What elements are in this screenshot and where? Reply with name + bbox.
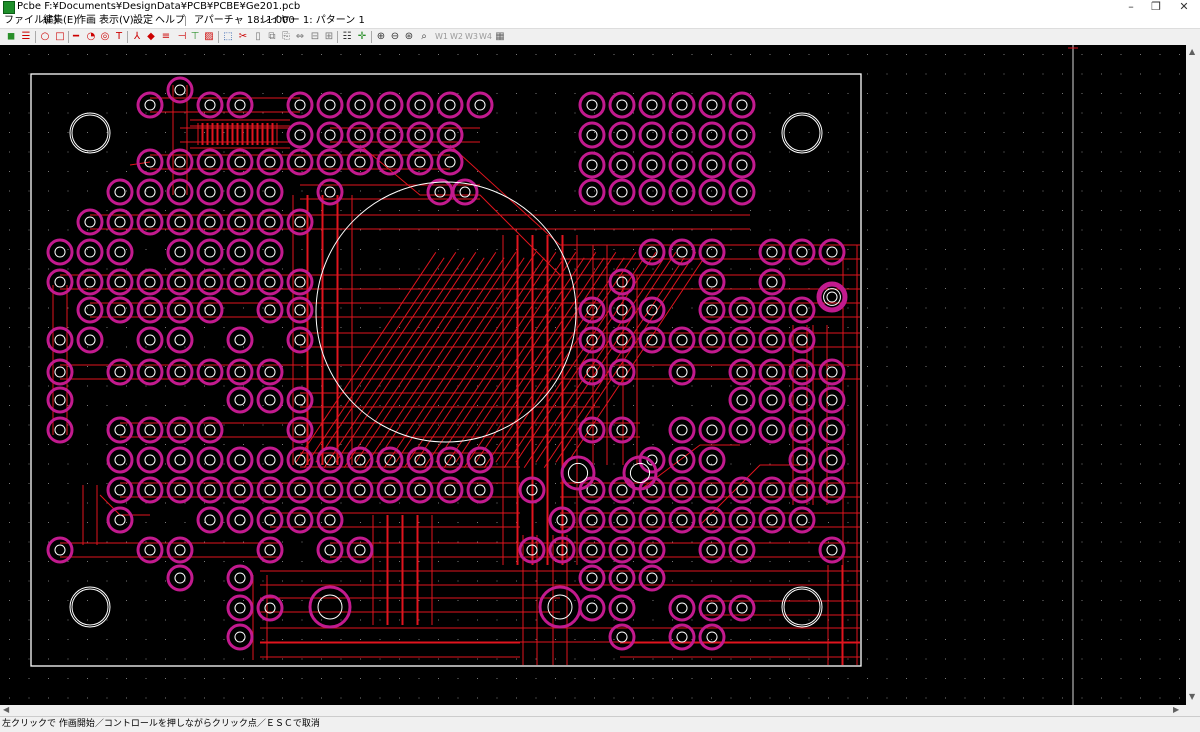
menu-edit[interactable]: 編集(E) [43,14,77,28]
w3-button[interactable]: W3 [465,31,478,43]
erase-tool-icon[interactable]: ◆ [145,31,157,43]
line-tool-icon[interactable]: ━ [70,31,82,43]
w4-button[interactable]: W4 [479,31,492,43]
w1-button[interactable]: W1 [435,31,448,43]
jog-tool-icon[interactable]: ⊣ [176,31,188,43]
cut-icon[interactable]: ✂ [237,31,249,43]
toolbar-separator [127,31,128,43]
zoom-in-icon[interactable]: ⊕ [375,31,387,43]
move-icon[interactable]: ⇔ [294,31,306,43]
w2-button[interactable]: W2 [450,31,463,43]
status-message: 左クリックで 作画開始／コントロールを押しながらクリック点／ＥＳＣで取消 [2,719,320,729]
status-bar: 左クリックで 作画開始／コントロールを押しながらクリック点／ＥＳＣで取消 [0,716,1200,732]
rotate-icon[interactable]: ⊟ [309,31,321,43]
pcb-canvas[interactable] [0,45,1186,705]
grid-icon[interactable]: ▦ [494,31,506,43]
scroll-up-button[interactable]: ▲ [1189,47,1195,57]
menu-settings[interactable]: 設定 [133,14,153,28]
arc-tool-icon[interactable]: ◔ [85,31,97,43]
pcb-drawing[interactable] [0,45,1186,705]
pad-tool-icon[interactable]: ◎ [99,31,111,43]
zoom-out-icon[interactable]: ⊖ [389,31,401,43]
minimize-button[interactable]: – [1117,0,1145,14]
toolbar-separator [371,31,372,43]
menu-help[interactable]: ヘルプ [155,14,185,28]
toolbar-separator [35,31,36,43]
paste-icon[interactable]: ⎘ [280,31,292,43]
scrollbar-corner [1186,705,1200,716]
menu-bar: ファイル(F) 編集(E) 作画 表示(V) 設定 ヘルプ アパーチャ 18: … [0,14,1200,28]
horizontal-scrollbar[interactable]: ◀ ▶ [0,705,1186,716]
fill-tool-icon[interactable]: ▨ [203,31,215,43]
zoom-fit-icon[interactable]: ⊛ [403,31,415,43]
circle-tool-icon[interactable]: ○ [39,31,51,43]
layer-stack-icon[interactable]: ☰ [20,31,32,43]
select-tool-icon[interactable]: ⬚ [222,31,234,43]
vertical-scrollbar[interactable]: ▲ ▼ [1186,45,1200,705]
layer-indicator: レイヤー 1: パターン 1 [260,15,365,26]
text-tool-icon[interactable]: T [113,31,125,43]
delete-icon[interactable]: ▯ [252,31,264,43]
title-bar: Pcbe F:¥Documents¥DesignData¥PCB¥PCBE¥Ge… [0,0,1200,14]
origin-icon[interactable]: ✛ [356,31,368,43]
window-title: Pcbe F:¥Documents¥DesignData¥PCB¥PCBE¥Ge… [17,1,301,12]
toolbar: ◼ ☰ ○ □ ━ ◔ ◎ T ⅄ ◆ ≡ ⊣ ⊤ ▨ ⬚ ✂ ▯ ⧉ ⎘ ⇔ … [0,28,1200,46]
rectangle-tool-icon[interactable]: □ [54,31,66,43]
bus-tool-icon[interactable]: ≡ [160,31,172,43]
connect-tool-icon[interactable]: ⅄ [131,31,143,43]
menu-separator [185,16,186,26]
app-icon [3,1,15,14]
restore-button[interactable]: ❐ [1142,0,1170,14]
scroll-down-button[interactable]: ▼ [1189,692,1195,702]
part-tool-icon[interactable]: ⊤ [189,31,201,43]
menu-view[interactable]: 表示(V) [99,14,134,28]
scroll-right-button[interactable]: ▶ [1173,705,1179,715]
scroll-left-button[interactable]: ◀ [3,705,9,715]
toolbar-separator [218,31,219,43]
zoom-window-icon[interactable]: ⌕ [418,31,430,43]
menu-draw[interactable]: 作画 [76,14,96,28]
mirror-icon[interactable]: ⊞ [323,31,335,43]
toolbar-separator [68,31,69,43]
close-button[interactable]: ✕ [1170,0,1198,14]
list-icon[interactable]: ☷ [341,31,353,43]
toolbar-separator [337,31,338,43]
copy-icon[interactable]: ⧉ [266,31,278,43]
layer-select-icon[interactable]: ◼ [5,31,17,43]
